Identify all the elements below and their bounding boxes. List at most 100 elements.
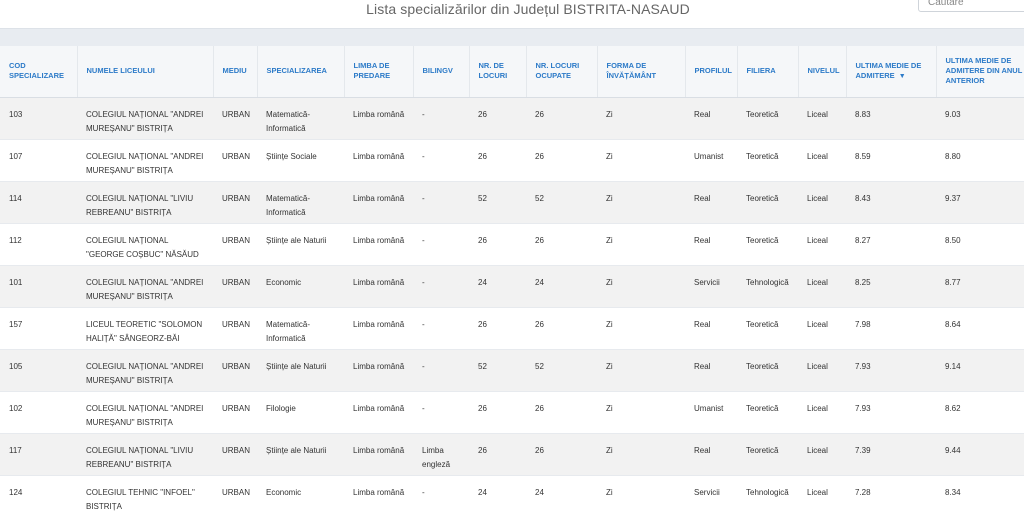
- cell-ocupate: 26: [526, 223, 597, 266]
- table-body: 103 COLEGIUL NAȚIONAL "ANDREI MUREȘANU" B…: [0, 97, 1024, 516]
- cell-bilingv: Limba engleză: [413, 433, 469, 476]
- column-header-nivelul[interactable]: NIVELUL: [798, 46, 847, 98]
- column-header-filiera[interactable]: FILIERA: [737, 46, 799, 98]
- column-header-specializarea[interactable]: SPECIALIZAREA: [257, 46, 345, 98]
- column-header-locuri[interactable]: NR. DE LOCURI: [469, 46, 527, 98]
- cell-filiera: Teoretică: [737, 307, 798, 350]
- cell-cod: 112: [0, 223, 77, 266]
- page: Lista specializărilor din Județul BISTRI…: [0, 0, 1024, 516]
- cell-nivelul: Liceal: [798, 139, 846, 182]
- search-input[interactable]: [918, 0, 1024, 12]
- column-header-label: MEDIU: [222, 66, 247, 76]
- column-header-label: FILIERA: [746, 66, 776, 76]
- cell-ocupate: 26: [526, 307, 597, 350]
- cell-bilingv: -: [413, 307, 469, 350]
- cell-bilingv: -: [413, 349, 469, 392]
- table-row[interactable]: 105 COLEGIUL NAȚIONAL "ANDREI MUREȘANU" B…: [0, 349, 1024, 392]
- cell-specializarea: Economic: [257, 265, 344, 308]
- cell-mediu: URBAN: [213, 181, 257, 224]
- column-header-ocupate[interactable]: NR. LOCURI OCUPATE: [526, 46, 598, 98]
- cell-limba: Limba română: [344, 349, 413, 392]
- cell-forma: Zi: [597, 391, 685, 434]
- table-row[interactable]: 114 COLEGIUL NAȚIONAL "LIVIU REBREANU" BI…: [0, 181, 1024, 224]
- cell-liceu: COLEGIUL NAȚIONAL "LIVIU REBREANU" BISTR…: [77, 181, 213, 224]
- cell-mediu: URBAN: [213, 223, 257, 266]
- cell-specializarea: Științe ale Naturii: [257, 349, 344, 392]
- cell-nivelul: Liceal: [798, 391, 846, 434]
- cell-medie: 8.59: [846, 139, 936, 182]
- cell-ocupate: 52: [526, 181, 597, 224]
- cell-cod: 101: [0, 265, 77, 308]
- column-header-label: NUMELE LICEULUI: [86, 66, 155, 76]
- cell-locuri: 24: [469, 475, 526, 516]
- table-row[interactable]: 107 COLEGIUL NAȚIONAL "ANDREI MUREȘANU" B…: [0, 139, 1024, 182]
- cell-filiera: Teoretică: [737, 391, 798, 434]
- cell-cod: 114: [0, 181, 77, 224]
- cell-cod: 105: [0, 349, 77, 392]
- column-header-medie[interactable]: ULTIMA MEDIE DE ADMITERE ▼: [846, 46, 937, 98]
- cell-ocupate: 26: [526, 97, 597, 140]
- cell-bilingv: -: [413, 265, 469, 308]
- table-row[interactable]: 101 COLEGIUL NAȚIONAL "ANDREI MUREȘANU" B…: [0, 265, 1024, 308]
- cell-medie: 7.98: [846, 307, 936, 350]
- page-title: Lista specializărilor din Județul BISTRI…: [366, 1, 690, 17]
- cell-limba: Limba română: [344, 433, 413, 476]
- cell-ocupate: 24: [526, 475, 597, 516]
- cell-forma: Zi: [597, 349, 685, 392]
- cell-specializarea: Matematică-Informatică: [257, 181, 344, 224]
- cell-medie: 8.27: [846, 223, 936, 266]
- cell-cod: 124: [0, 475, 77, 516]
- cell-nivelul: Liceal: [798, 349, 846, 392]
- specializations-table: COD SPECIALIZARE NUMELE LICEULUI MEDIU SPEC…: [0, 46, 1024, 516]
- cell-nivelul: Liceal: [798, 181, 846, 224]
- column-header-mediu[interactable]: MEDIU: [213, 46, 258, 98]
- cell-cod: 102: [0, 391, 77, 434]
- cell-limba: Limba română: [344, 139, 413, 182]
- cell-forma: Zi: [597, 181, 685, 224]
- column-header-liceu[interactable]: NUMELE LICEULUI: [77, 46, 214, 98]
- cell-medie: 7.93: [846, 391, 936, 434]
- sort-descending-icon: ▼: [898, 72, 906, 80]
- cell-profilul: Real: [685, 307, 737, 350]
- cell-ocupate: 26: [526, 433, 597, 476]
- cell-filiera: Teoretică: [737, 223, 798, 266]
- cell-liceu: COLEGIUL NAȚIONAL "GEORGE COȘBUC" NĂSĂUD: [77, 223, 213, 266]
- cell-locuri: 26: [469, 139, 526, 182]
- cell-liceu: COLEGIUL NAȚIONAL "ANDREI MUREȘANU" BIST…: [77, 349, 213, 392]
- cell-nivelul: Liceal: [798, 223, 846, 266]
- cell-locuri: 26: [469, 97, 526, 140]
- cell-bilingv: -: [413, 97, 469, 140]
- table-row[interactable]: 117 COLEGIUL NAȚIONAL "LIVIU REBREANU" BI…: [0, 433, 1024, 476]
- cell-mediu: URBAN: [213, 349, 257, 392]
- cell-filiera: Teoretică: [737, 97, 798, 140]
- table-row[interactable]: 112 COLEGIUL NAȚIONAL "GEORGE COȘBUC" NĂS…: [0, 223, 1024, 266]
- column-header-limba[interactable]: LIMBA DE PREDARE: [344, 46, 414, 98]
- table-row[interactable]: 124 COLEGIUL TEHNIC "INFOEL" BISTRIȚA URBA…: [0, 475, 1024, 516]
- cell-bilingv: -: [413, 391, 469, 434]
- cell-limba: Limba română: [344, 97, 413, 140]
- cell-medie_anterior: 8.64: [936, 307, 1024, 350]
- column-header-bilingv[interactable]: BILINGV: [413, 46, 470, 98]
- cell-medie_anterior: 9.14: [936, 349, 1024, 392]
- column-header-label: FORMA DE ÎNVĂȚĂMÂNT: [606, 61, 657, 81]
- column-header-forma[interactable]: FORMA DE ÎNVĂȚĂMÂNT: [597, 46, 686, 98]
- cell-liceu: COLEGIUL NAȚIONAL "LIVIU REBREANU" BISTR…: [77, 433, 213, 476]
- cell-mediu: URBAN: [213, 307, 257, 350]
- cell-liceu: COLEGIUL NAȚIONAL "ANDREI MUREȘANU" BIST…: [77, 97, 213, 140]
- column-header-profilul[interactable]: PROFILUL: [685, 46, 738, 98]
- cell-cod: 103: [0, 97, 77, 140]
- cell-medie_anterior: 9.37: [936, 181, 1024, 224]
- cell-profilul: Real: [685, 349, 737, 392]
- cell-forma: Zi: [597, 475, 685, 516]
- cell-locuri: 26: [469, 307, 526, 350]
- table-row[interactable]: 157 LICEUL TEORETIC "SOLOMON HALIȚĂ" SÂNG…: [0, 307, 1024, 350]
- cell-forma: Zi: [597, 433, 685, 476]
- cell-cod: 157: [0, 307, 77, 350]
- table-row[interactable]: 103 COLEGIUL NAȚIONAL "ANDREI MUREȘANU" B…: [0, 97, 1024, 140]
- table-row[interactable]: 102 COLEGIUL NAȚIONAL "ANDREI MUREȘANU" B…: [0, 391, 1024, 434]
- cell-mediu: URBAN: [213, 139, 257, 182]
- column-header-cod[interactable]: COD SPECIALIZARE: [0, 46, 78, 98]
- column-header-medie_anterior[interactable]: ULTIMA MEDIE DE ADMITERE DIN ANUL ANTERI…: [936, 46, 1024, 98]
- cell-ocupate: 24: [526, 265, 597, 308]
- cell-specializarea: Științe ale Naturii: [257, 223, 344, 266]
